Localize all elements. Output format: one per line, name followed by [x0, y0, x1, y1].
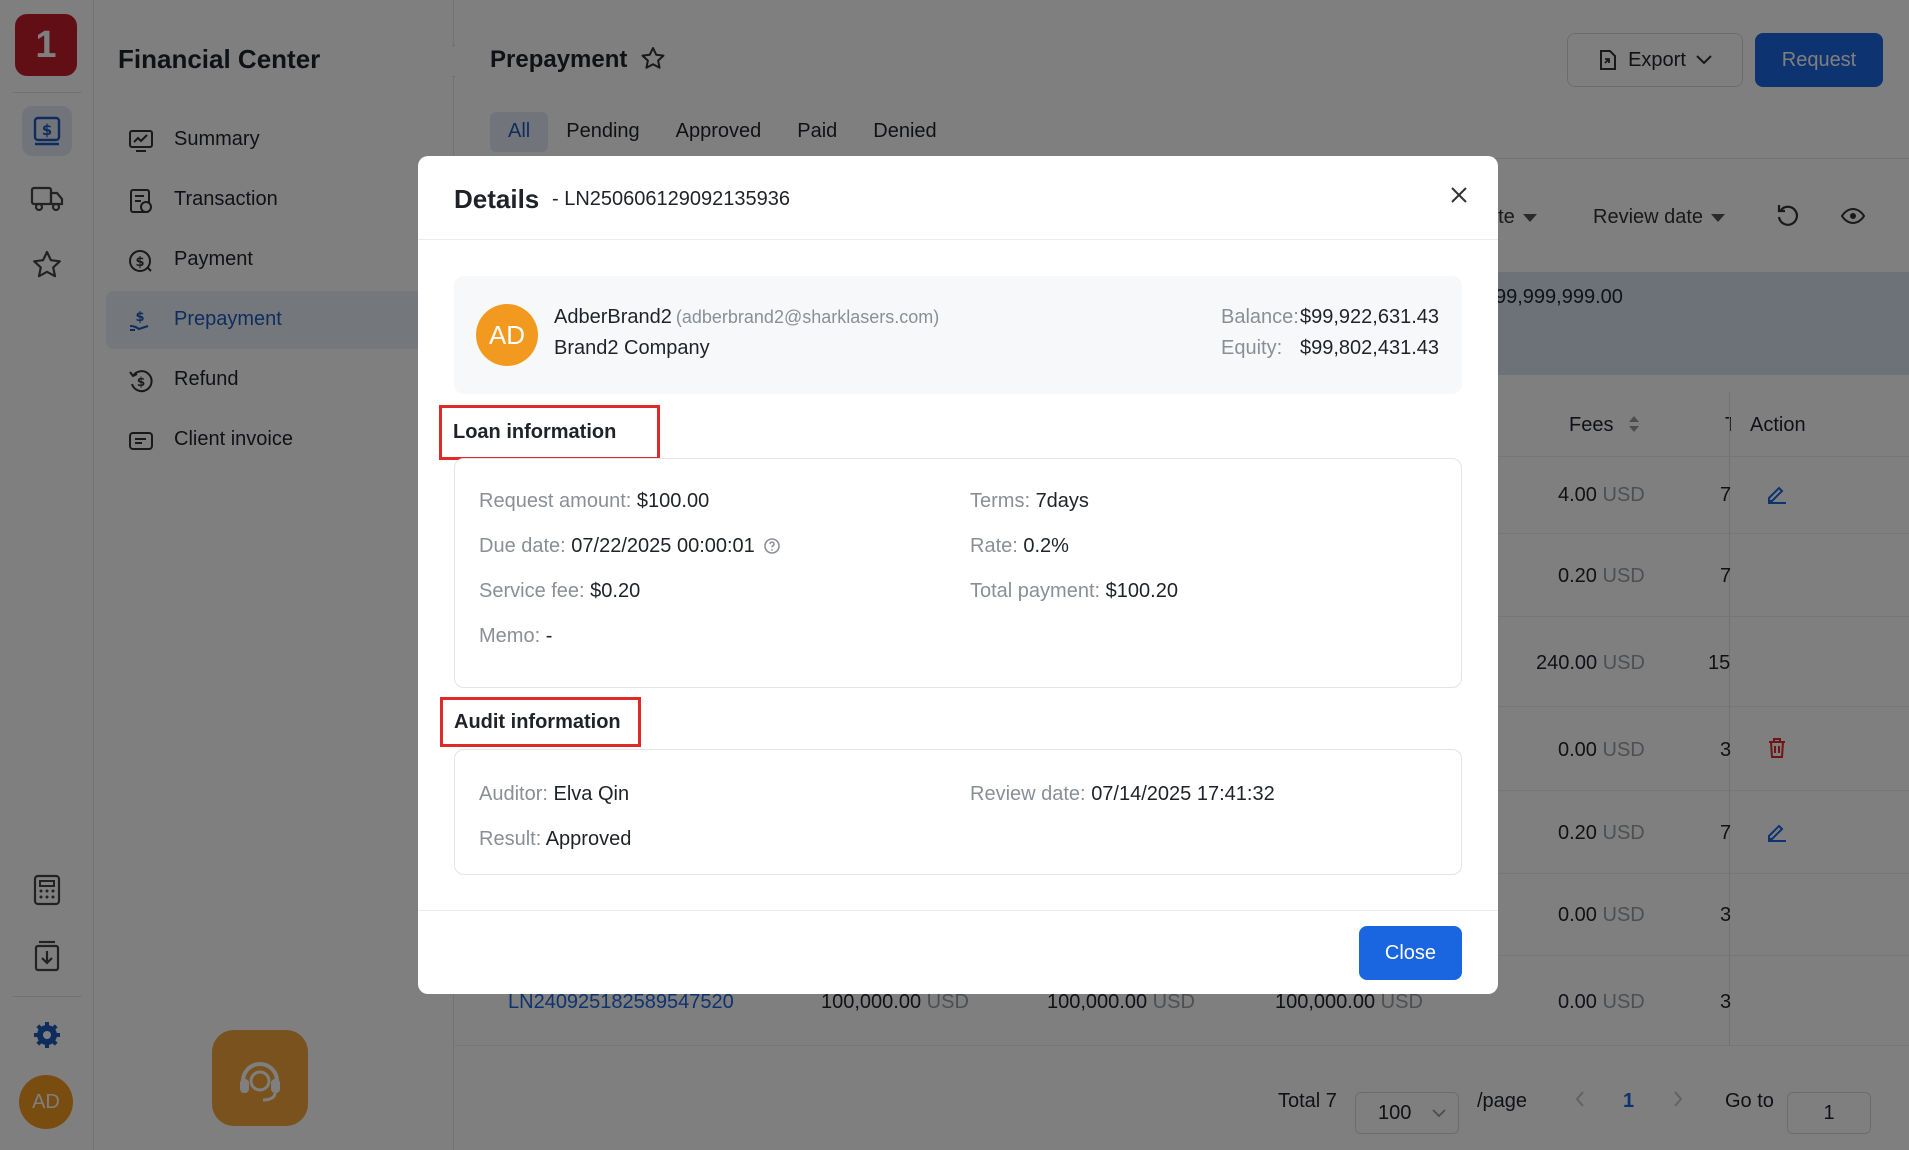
field-label: Terms:: [970, 490, 1030, 512]
loan-information-title: Loan information: [453, 421, 617, 443]
user-card: AD AdberBrand2 (adberbrand2@sharklasers.c…: [454, 276, 1462, 394]
loan-information-heading: Loan information: [439, 405, 660, 460]
field-value: $0.20: [590, 580, 641, 602]
modal-loan-id: - LN250606129092135936: [552, 188, 790, 210]
field-label: Auditor:: [479, 783, 548, 805]
balance-value: $99,922,631.43: [1300, 306, 1439, 329]
loan-information-panel: Request amount: $100.00 Terms: 7days Due…: [454, 458, 1462, 688]
client-name: AdberBrand2 (adberbrand2@sharklasers.com): [554, 306, 939, 329]
modal-close-icon-button[interactable]: [1446, 182, 1472, 208]
equity-label-text: Equity:: [1221, 337, 1283, 359]
audit-information-heading: Audit information: [440, 697, 641, 747]
audit-information-title: Audit information: [454, 711, 621, 733]
result-field: Result: Approved: [479, 828, 631, 851]
field-value: 07/22/2025 00:00:01: [571, 535, 755, 557]
details-modal: Details - LN250606129092135936 AD AdberB…: [418, 156, 1498, 994]
client-email: (adberbrand2@sharklasers.com): [675, 307, 940, 327]
due-date-field: Due date: 07/22/2025 00:00:01: [479, 535, 781, 561]
client-name-text: AdberBrand2: [554, 306, 672, 328]
auditor-field: Auditor: Elva Qin: [479, 783, 629, 806]
field-label: Rate:: [970, 535, 1018, 557]
field-label: Result:: [479, 828, 542, 850]
equity-label: Equity:: [1221, 337, 1282, 360]
field-label: Service fee:: [479, 580, 585, 602]
client-company: Brand2 Company: [554, 337, 710, 359]
balance-value-text: $99,922,631.43: [1300, 306, 1440, 328]
service-fee-field: Service fee: $0.20: [479, 580, 640, 603]
balance-label: Balance:: [1221, 306, 1299, 329]
field-value: Elva Qin: [553, 783, 630, 805]
field-label: Request amount:: [479, 490, 632, 512]
field-value: $100.00: [636, 490, 710, 512]
field-value: 7days: [1035, 490, 1089, 512]
total-payment-field: Total payment: $100.20: [970, 580, 1178, 603]
field-label: Memo:: [479, 625, 541, 647]
field-label: Due date:: [479, 535, 566, 557]
memo-field: Memo: -: [479, 625, 552, 648]
rate-field: Rate: 0.2%: [970, 535, 1069, 558]
modal-title: Details: [454, 184, 540, 214]
field-value: -: [545, 625, 553, 647]
field-value: 0.2%: [1023, 535, 1069, 557]
field-value: 07/14/2025 17:41:32: [1091, 783, 1275, 805]
help-circle-icon[interactable]: [763, 537, 781, 561]
close-icon: [1451, 187, 1467, 203]
modal-footer-divider: [418, 910, 1498, 911]
field-value: Approved: [545, 828, 632, 850]
field-label: Review date:: [970, 783, 1086, 805]
field-value: $100.20: [1105, 580, 1178, 602]
close-button[interactable]: Close: [1359, 926, 1462, 980]
audit-information-panel: Auditor: Elva Qin Review date: 07/14/202…: [454, 749, 1462, 875]
equity-value-text: $99,802,431.43: [1300, 337, 1440, 359]
modal-header: Details - LN250606129092135936: [418, 156, 1498, 240]
review-date-field: Review date: 07/14/2025 17:41:32: [970, 783, 1275, 806]
equity-value: $99,802,431.43: [1300, 337, 1439, 360]
client-avatar: AD: [476, 304, 538, 366]
terms-field: Terms: 7days: [970, 490, 1089, 513]
balance-label-text: Balance:: [1221, 306, 1299, 328]
field-label: Total payment:: [970, 580, 1101, 602]
request-amount-field: Request amount: $100.00: [479, 490, 709, 513]
